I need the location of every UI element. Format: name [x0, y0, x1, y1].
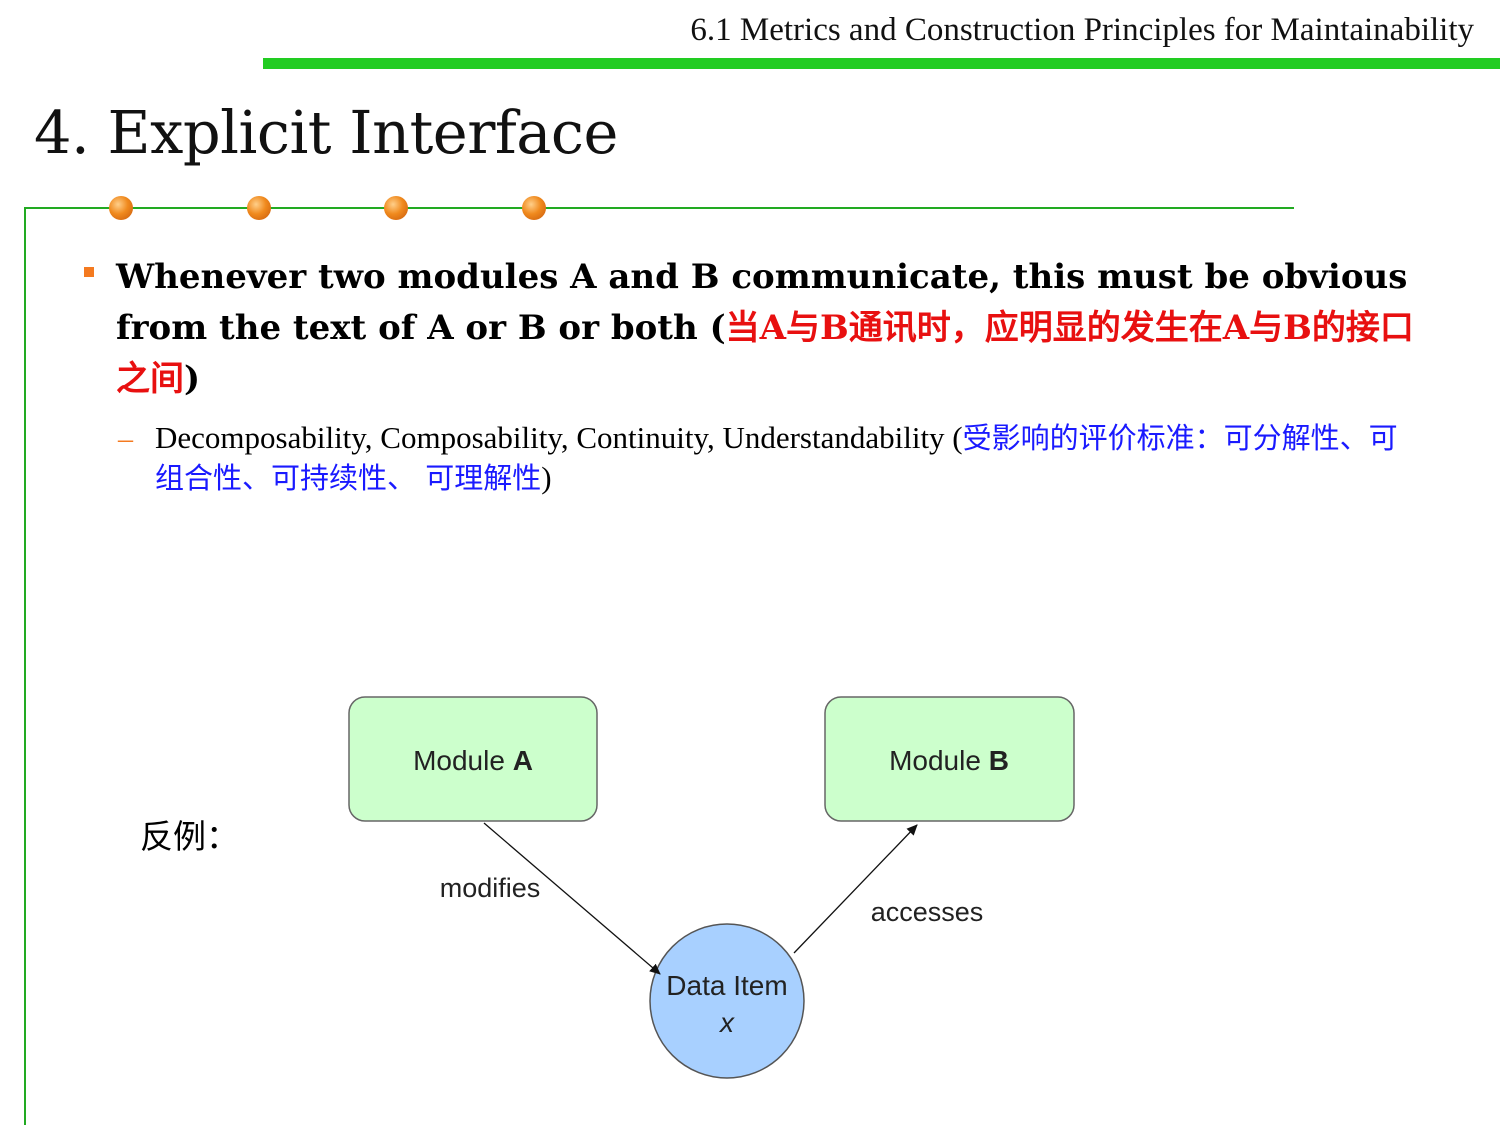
interface-diagram: Module A Module B Data Item x modifies a… — [348, 696, 1075, 1079]
accesses-label: accesses — [871, 897, 984, 927]
module-a-label: Module A — [413, 745, 533, 776]
modifies-label: modifies — [440, 873, 541, 903]
module-b-label: Module B — [889, 745, 1009, 776]
accesses-arrow — [793, 824, 918, 954]
data-item-node — [649, 923, 805, 1079]
data-item-variable: x — [718, 1007, 735, 1038]
data-item-label: Data Item — [666, 970, 787, 1001]
